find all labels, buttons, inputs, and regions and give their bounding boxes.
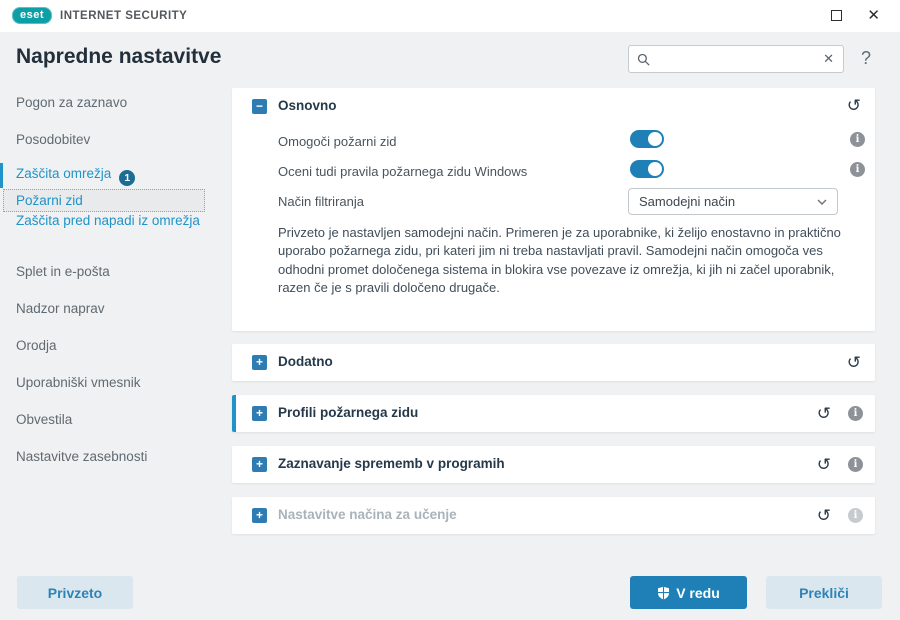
close-icon[interactable]: ✕ xyxy=(867,6,880,24)
sidebar-item-posodobitev[interactable]: Posodobitev xyxy=(16,132,90,147)
setting-label-enable-firewall: Omogoči požarni zid xyxy=(278,134,397,149)
section-title: Nastavitve načina za učenje xyxy=(278,507,457,522)
button-label: Prekliči xyxy=(799,584,849,601)
button-label: Privzeto xyxy=(47,584,103,601)
windows-rules-toggle[interactable] xyxy=(630,160,664,178)
search-input[interactable] xyxy=(657,47,813,71)
product-name: INTERNET SECURITY xyxy=(60,10,188,22)
revert-section-icon[interactable]: ↺ xyxy=(817,456,831,473)
sidebar-item-zascita-pred-napadi[interactable]: Zaščita pred napadi iz omrežja xyxy=(16,212,206,231)
eset-logo: eset xyxy=(12,7,52,24)
sidebar-item-obvestila[interactable]: Obvestila xyxy=(16,412,72,427)
sidebar-item-orodja[interactable]: Orodja xyxy=(16,338,57,353)
revert-section-icon[interactable]: ↺ xyxy=(847,354,861,371)
expand-icon[interactable]: + xyxy=(252,355,267,370)
search-icon xyxy=(637,53,650,66)
selected-option: Samodejni način xyxy=(639,194,736,209)
expand-icon[interactable]: + xyxy=(252,406,267,421)
sidebar-item-nadzor-naprav[interactable]: Nadzor naprav xyxy=(16,301,105,316)
help-icon[interactable]: ? xyxy=(861,48,871,69)
revert-section-icon[interactable]: ↺ xyxy=(817,405,831,422)
cancel-button[interactable]: Prekliči xyxy=(766,576,882,609)
setting-label-windows-rules: Oceni tudi pravila požarnega zidu Window… xyxy=(278,164,528,179)
uac-shield-icon xyxy=(658,586,670,599)
revert-section-icon[interactable]: ↺ xyxy=(817,507,831,524)
filtering-mode-select[interactable]: Samodejni način xyxy=(628,188,838,215)
attention-badge: 1 xyxy=(119,170,136,186)
setting-label-filtering-mode: Način filtriranja xyxy=(278,194,364,209)
page-title: Napredne nastavitve xyxy=(16,45,222,68)
active-section-indicator xyxy=(0,163,3,188)
sidebar-item-uporabniski-vmesnik[interactable]: Uporabniški vmesnik xyxy=(16,375,141,390)
sidebar-item-pozarni-zid[interactable]: Požarni zid xyxy=(3,189,205,212)
titlebar: eset INTERNET SECURITY ✕ xyxy=(0,0,900,32)
maximize-icon[interactable] xyxy=(831,10,842,21)
section-zaznavanje-sprememb[interactable]: + Zaznavanje sprememb v programih ↺ i xyxy=(232,446,875,483)
clear-search-icon[interactable]: ✕ xyxy=(823,51,834,67)
info-icon[interactable]: i xyxy=(850,132,865,147)
expand-icon[interactable]: + xyxy=(252,457,267,472)
revert-section-icon[interactable]: ↺ xyxy=(847,97,861,114)
sidebar-item-pogon-za-zaznavo[interactable]: Pogon za zaznavo xyxy=(16,95,127,110)
section-nastavitve-nacina-za-ucenje: + Nastavitve načina za učenje ↺ i xyxy=(232,497,875,534)
sidebar-item-label: Zaščita omrežja xyxy=(16,166,112,181)
button-label: V redu xyxy=(676,584,720,601)
info-icon[interactable]: i xyxy=(848,457,863,472)
chevron-down-icon xyxy=(817,199,827,205)
search-box: ✕ xyxy=(628,45,844,73)
section-dodatno[interactable]: + Dodatno ↺ xyxy=(232,344,875,381)
section-profili-pozarnega-zidu[interactable]: + Profili požarnega zidu ↺ i xyxy=(232,395,875,432)
section-title: Osnovno xyxy=(278,98,337,113)
collapse-icon[interactable]: − xyxy=(252,99,267,114)
filtering-mode-description: Privzeto je nastavljen samodejni način. … xyxy=(278,225,841,296)
info-icon[interactable]: i xyxy=(848,406,863,421)
info-icon[interactable]: i xyxy=(850,162,865,177)
ok-button[interactable]: V redu xyxy=(630,576,747,609)
sidebar-item-nastavitve-zasebnosti[interactable]: Nastavitve zasebnosti xyxy=(16,449,147,464)
info-icon: i xyxy=(848,508,863,523)
section-title: Zaznavanje sprememb v programih xyxy=(278,456,505,471)
section-title: Dodatno xyxy=(278,354,333,369)
default-button[interactable]: Privzeto xyxy=(17,576,133,609)
app-window: eset INTERNET SECURITY ✕ Napredne nastav… xyxy=(0,0,900,620)
sidebar-item-splet-in-eposta[interactable]: Splet in e-pošta xyxy=(16,264,110,279)
section-osnovno: − Osnovno ↺ Omogoči požarni zid i Oceni … xyxy=(232,88,875,331)
section-title: Profili požarnega zidu xyxy=(278,405,419,420)
sidebar-item-zascita-omrezja[interactable]: Zaščita omrežja 1 xyxy=(16,166,136,186)
expand-icon[interactable]: + xyxy=(252,508,267,523)
enable-firewall-toggle[interactable] xyxy=(630,130,664,148)
